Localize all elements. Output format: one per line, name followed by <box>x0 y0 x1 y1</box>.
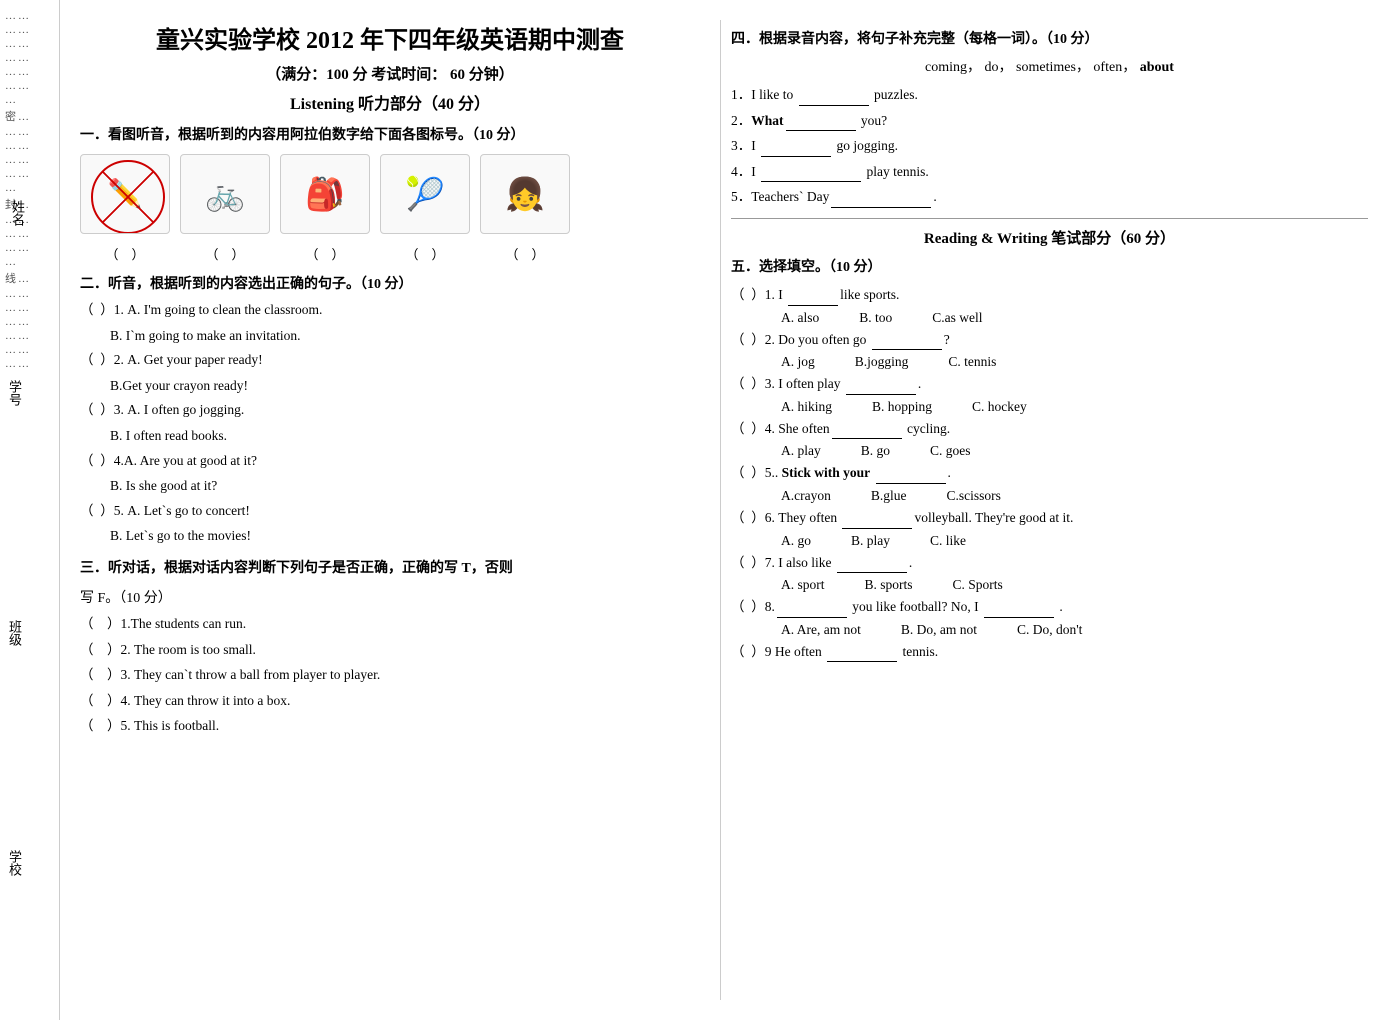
q5-7-options: A. sportB. sportsC. Sports <box>781 577 1368 593</box>
part3-header: 三．听对话，根据对话内容判断下列句子是否正确，正确的写 T，否则 <box>80 557 700 577</box>
part5-header: 五．选择填空。（10 分） <box>731 256 1368 276</box>
blank-5: （ ） <box>480 244 570 263</box>
q2-3: （ ）3. A. I often go jogging. <box>80 399 700 421</box>
blanks-row: （ ） （ ） （ ） （ ） （ ） <box>80 244 700 263</box>
q2-2b: B.Get your crayon ready! <box>110 375 700 397</box>
label-banji: 班级 <box>5 620 24 646</box>
q5-5: （ ）5.. Stick with your . <box>731 462 1368 484</box>
q5-7: （ ）7. I also like . <box>731 552 1368 574</box>
q4-4: 4．I play tennis. <box>731 161 1368 183</box>
q5-3: （ ）3. I often play . <box>731 373 1368 395</box>
right-column: 四．根据录音内容，将句子补充完整（每格一词）。（10 分） coming， do… <box>720 20 1368 1000</box>
q4-5: 5．Teachers` Day. <box>731 186 1368 208</box>
q5-4: （ ）4. She often cycling. <box>731 418 1368 440</box>
exam-subtitle: （满分：100 分 考试时间： 60 分钟） <box>80 63 700 84</box>
q5-4-options: A. playB. goC. goes <box>781 443 1368 459</box>
image-2: 🚲 <box>180 154 270 234</box>
q5-2-options: A. jogB.joggingC. tennis <box>781 354 1368 370</box>
sidebar: …… …… …… …… …… …… … 密… …… …… …… …… … 封… … <box>0 0 60 1020</box>
q5-3-options: A. hikingB. hoppingC. hockey <box>781 399 1368 415</box>
q5-6: （ ）6. They often volleyball. They're goo… <box>731 507 1368 529</box>
label-mifeng: 密… <box>5 108 54 124</box>
q5-5-options: A.crayonB.glueC.scissors <box>781 488 1368 504</box>
part3-subheader: 写 F。（10 分） <box>80 587 700 607</box>
q4-2: 2．What you? <box>731 110 1368 132</box>
exam-title: 童兴实验学校 2012 年下四年级英语期中测查 <box>80 20 700 55</box>
image-4: 🎾 <box>380 154 470 234</box>
q5-1-options: A. alsoB. tooC.as well <box>781 310 1368 326</box>
q3-5: （ ）5. This is football. <box>80 715 700 737</box>
q3-2: （ ）2. The room is too small. <box>80 639 700 661</box>
q2-5b: B. Let`s go to the movies! <box>110 525 700 547</box>
part4-header: 四．根据录音内容，将句子补充完整（每格一词）。（10 分） <box>731 28 1368 48</box>
blank-2: （ ） <box>180 244 270 263</box>
rw-title: Reading & Writing 笔试部分（60 分） <box>731 218 1368 248</box>
q2-1: （ ）1. A. I'm going to clean the classroo… <box>80 299 700 321</box>
sidebar-dots: …… …… …… …… …… …… … 密… …… …… …… …… … 封… … <box>0 0 59 380</box>
q3-4: （ ）4. They can throw it into a box. <box>80 690 700 712</box>
q5-8: （ ）8. you like football? No, I . <box>731 596 1368 618</box>
q5-9: （ ）9 He often tennis. <box>731 641 1368 663</box>
images-row: ✏️ 🚲 🎒 🎾 👧 <box>80 154 700 234</box>
part2-header: 二．听音，根据听到的内容选出正确的句子。（10 分） <box>80 273 700 293</box>
label-xingming: 姓名 <box>8 200 27 226</box>
q5-2: （ ）2. Do you often go ? <box>731 329 1368 351</box>
label-xian: 线… <box>5 270 54 286</box>
q5-6-options: A. goB. playC. like <box>781 533 1368 549</box>
q3-3: （ ）3. They can`t throw a ball from playe… <box>80 664 700 686</box>
image-5: 👧 <box>480 154 570 234</box>
blank-4: （ ） <box>380 244 470 263</box>
part1-header: 一．看图听音，根据听到的内容用阿拉伯数字给下面各图标号。（10 分） <box>80 124 700 144</box>
blank-1: （ ） <box>80 244 170 263</box>
q2-4: （ ）4.A. Are you at good at it? <box>80 450 700 472</box>
q2-2: （ ）2. A. Get your paper ready! <box>80 349 700 371</box>
q5-8-options: A. Are, am notB. Do, am notC. Do, don't <box>781 622 1368 638</box>
label-xuehao: 学号 <box>5 380 24 406</box>
left-column: 童兴实验学校 2012 年下四年级英语期中测查 （满分：100 分 考试时间： … <box>80 20 700 1000</box>
image-1: ✏️ <box>80 154 170 234</box>
q2-5: （ ）5. A. Let`s go to concert! <box>80 500 700 522</box>
main-content: 童兴实验学校 2012 年下四年级英语期中测查 （满分：100 分 考试时间： … <box>60 0 1398 1020</box>
q4-3: 3．I go jogging. <box>731 135 1368 157</box>
listening-section-title: Listening 听力部分（40 分） <box>80 90 700 114</box>
word-bank: coming， do， sometimes， often， about <box>731 56 1368 76</box>
q5-1: （ ）1. I like sports. <box>731 284 1368 306</box>
label-xuexiao: 学校 <box>5 850 24 876</box>
q4-1: 1．I like to puzzles. <box>731 84 1368 106</box>
blank-3: （ ） <box>280 244 370 263</box>
q2-4b: B. Is she good at it? <box>110 475 700 497</box>
q3-1: （ ）1.The students can run. <box>80 613 700 635</box>
q2-3b: B. I often read books. <box>110 425 700 447</box>
q2-1b: B. I`m going to make an invitation. <box>110 325 700 347</box>
image-3: 🎒 <box>280 154 370 234</box>
